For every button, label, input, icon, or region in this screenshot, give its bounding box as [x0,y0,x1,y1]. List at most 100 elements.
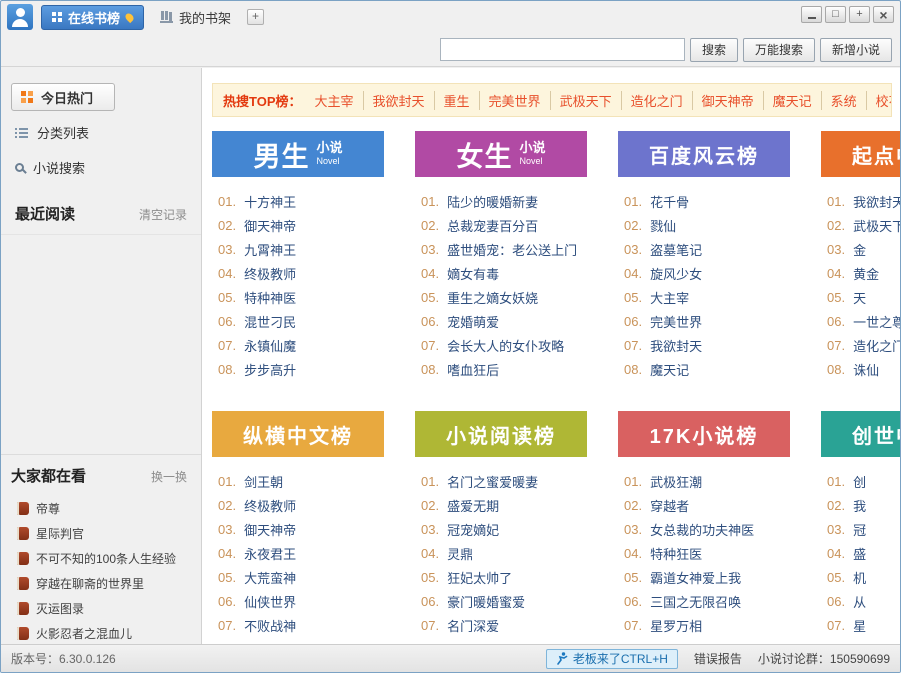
rank-number: 05. [421,289,440,305]
novel-title-link[interactable]: 大主宰 [650,288,689,307]
novel-title-link[interactable]: 十方神王 [244,192,296,211]
close-button[interactable]: × [873,6,894,23]
error-report-link[interactable]: 错误报告 [694,650,742,667]
novel-title-link[interactable]: 黄金 [853,264,879,283]
user-avatar[interactable] [7,4,33,30]
hot-search-term[interactable]: 大主宰 [306,91,363,110]
novel-title-link[interactable]: 金 [853,240,866,259]
hot-search-term[interactable]: 完美世界 [478,90,550,110]
tab-my-bookshelf[interactable]: 我的书架 [152,5,239,30]
novel-title-link[interactable]: 完美世界 [650,312,702,331]
novel-title-link[interactable]: 霸道女神爱上我 [650,568,741,587]
novel-title-link[interactable]: 重生之嫡女妖娆 [447,288,538,307]
recommended-book[interactable]: 灭运图录 [1,596,201,621]
hot-search-term[interactable]: 我欲封天 [362,90,434,110]
novel-title-link[interactable]: 冠 [853,520,866,539]
search-button[interactable]: 搜索 [689,37,738,62]
novel-title-link[interactable]: 武极天下 [853,216,900,235]
novel-title-link[interactable]: 星 [853,616,866,635]
new-tab-button[interactable]: + [247,9,265,25]
novel-title-link[interactable]: 混世刁民 [244,312,296,331]
novel-title-link[interactable]: 仙侠世界 [244,592,296,611]
novel-title-link[interactable]: 特种神医 [244,288,296,307]
novel-title-link[interactable]: 我 [853,496,866,515]
minimize-button[interactable] [801,6,822,23]
novel-title-link[interactable]: 花千骨 [650,192,689,211]
clear-history-link[interactable]: 清空记录 [139,206,187,223]
sidebar-item-category-list[interactable]: 分类列表 [1,115,201,150]
novel-title-link[interactable]: 造化之门 [853,336,900,355]
novel-title-link[interactable]: 剑王朝 [244,472,283,491]
novel-title-link[interactable]: 灵鼎 [447,544,473,563]
novel-title-link[interactable]: 从 [853,592,866,611]
add-novel-button[interactable]: 新增小说 [819,37,892,62]
novel-title-link[interactable]: 永镇仙魔 [244,336,296,355]
novel-title-link[interactable]: 终极教师 [244,496,296,515]
novel-title-link[interactable]: 诛仙 [853,360,879,379]
universal-search-button[interactable]: 万能搜索 [742,37,815,62]
novel-title-link[interactable]: 星罗万相 [650,616,702,635]
novel-title-link[interactable]: 会长大人的女仆攻略 [447,336,564,355]
hot-search-term[interactable]: 魔天记 [762,90,821,110]
novel-title-link[interactable]: 御天神帝 [244,216,296,235]
novel-title-link[interactable]: 戮仙 [650,216,676,235]
recommended-book[interactable]: 星际判官 [1,521,201,546]
novel-title-link[interactable]: 创 [853,472,866,491]
novel-title-link[interactable]: 盗墓笔记 [650,240,702,259]
hot-search-term[interactable]: 御天神帝 [691,90,763,110]
sidebar-item-today-hot[interactable]: 今日热门 [11,83,115,111]
novel-title-link[interactable]: 不败战神 [244,616,296,635]
refresh-list-link[interactable]: 换一换 [151,468,187,485]
search-input[interactable] [439,38,685,61]
everyone-reading-header: 大家都在看 换一换 [1,465,201,494]
novel-title-link[interactable]: 嗜血狂后 [447,360,499,379]
novel-title-link[interactable]: 狂妃太帅了 [447,568,512,587]
hot-search-term[interactable]: 武极天下 [549,90,621,110]
novel-title-link[interactable]: 豪门暖婚蜜爱 [447,592,525,611]
hot-search-term[interactable]: 校花的贴身高手 [865,90,891,110]
novel-title-link[interactable]: 我欲封天 [650,336,702,355]
novel-title-link[interactable]: 名门之蜜爱暖妻 [447,472,538,491]
rank-number: 01. [827,193,846,209]
recommended-book[interactable]: 穿越在聊斋的世界里 [1,571,201,596]
sidebar-item-novel-search[interactable]: 小说搜索 [1,150,201,185]
novel-title-link[interactable]: 九霄神王 [244,240,296,259]
novel-title-link[interactable]: 御天神帝 [244,520,296,539]
novel-title-link[interactable]: 冠宠嫡妃 [447,520,499,539]
novel-title-link[interactable]: 永夜君王 [244,544,296,563]
novel-title-link[interactable]: 穿越者 [650,496,689,515]
novel-title-link[interactable]: 步步高升 [244,360,296,379]
ranking-card-baidu: 百度风云榜 01. 花千骨 02. 戮仙 03. 盗墓笔记 04. 旋风少女 0… [618,131,790,381]
novel-title-link[interactable]: 陆少的暖婚新妻 [447,192,538,211]
novel-title-link[interactable]: 盛世婚宠：老公送上门 [447,240,577,259]
novel-title-link[interactable]: 嫡女有毒 [447,264,499,283]
hot-search-term[interactable]: 重生 [433,90,479,110]
recommended-book[interactable]: 不可不知的100条人生经验 [1,546,201,571]
novel-title-link[interactable]: 大荒蛮神 [244,568,296,587]
novel-title-link[interactable]: 机 [853,568,866,587]
novel-title-link[interactable]: 天 [853,288,866,307]
restore-button[interactable]: □ [825,6,846,23]
pin-button[interactable]: + [849,6,870,23]
novel-title-link[interactable]: 旋风少女 [650,264,702,283]
novel-title-link[interactable]: 总裁宠妻百分百 [447,216,538,235]
boss-key-button[interactable]: 老板来了CTRL+H [545,648,678,669]
novel-title-link[interactable]: 魔天记 [650,360,689,379]
novel-title-link[interactable]: 终极教师 [244,264,296,283]
hot-search-term[interactable]: 造化之门 [620,90,692,110]
ranking-card-female: 女生 小说 Novel 01. 陆少的暖婚新妻 02. 总裁宠妻百分百 03. … [415,131,587,381]
novel-title-link[interactable]: 宠婚萌爱 [447,312,499,331]
hot-search-term[interactable]: 系统 [820,90,866,110]
novel-title-link[interactable]: 我欲封天 [853,192,900,211]
recommended-book[interactable]: 火影忍者之混血儿 [1,621,201,646]
recommended-book[interactable]: 帝尊 [1,496,201,521]
novel-title-link[interactable]: 武极狂潮 [650,472,702,491]
novel-title-link[interactable]: 三国之无限召唤 [650,592,741,611]
novel-title-link[interactable]: 女总裁的功夫神医 [650,520,754,539]
tab-online-ranking[interactable]: 在线书榜 [41,4,145,30]
novel-title-link[interactable]: 盛 [853,544,866,563]
novel-title-link[interactable]: 一世之尊 [853,312,900,331]
novel-title-link[interactable]: 盛爱无期 [447,496,499,515]
novel-title-link[interactable]: 特种狂医 [650,544,702,563]
novel-title-link[interactable]: 名门深爱 [447,616,499,635]
